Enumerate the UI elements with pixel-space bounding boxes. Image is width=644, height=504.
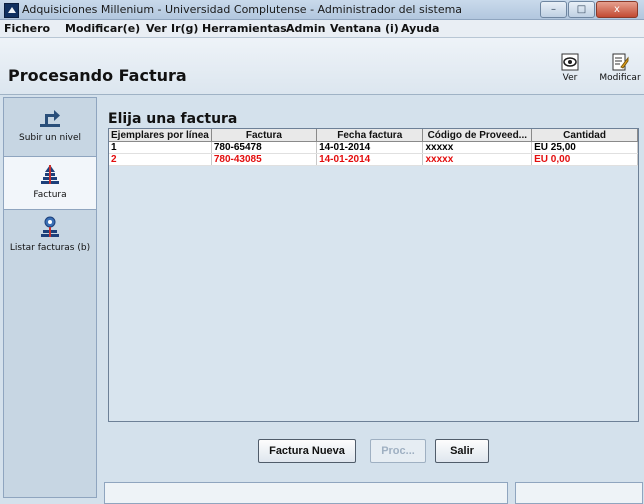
column-header-invoice[interactable]: Factura	[211, 129, 318, 142]
cell-items-per-line: 2	[109, 153, 212, 166]
menu-bar: Fichero Modificar(e) Ver Ir(g) Herramien…	[0, 20, 644, 38]
main-panel: Elija una factura Ejemplares por línea F…	[97, 97, 644, 504]
menu-fichero[interactable]: Fichero	[4, 22, 50, 35]
menu-ir[interactable]: Ir(g)	[171, 22, 198, 35]
table-header-row: Ejemplares por línea Factura Fecha factu…	[109, 129, 638, 142]
process-button[interactable]: Proc...	[370, 439, 426, 463]
cell-invoice: 780-65478	[211, 141, 318, 154]
sidebar-item-label: Subir un nivel	[18, 133, 82, 143]
table-row[interactable]: 1 780-65478 14-01-2014 xxxxx EU 25,00	[109, 141, 638, 154]
invoice-table-container: Ejemplares por línea Factura Fecha factu…	[108, 128, 639, 422]
cell-supplier-code: xxxxx	[422, 153, 533, 166]
up-level-icon	[38, 106, 62, 130]
sidebar-item-label: Listar facturas (b)	[9, 243, 91, 253]
list-invoices-icon	[38, 216, 62, 240]
minimize-button[interactable]: –	[540, 1, 567, 18]
window-title: Adquisiciones Millenium - Universidad Co…	[22, 3, 463, 16]
cell-amount: EU 0,00	[531, 153, 638, 166]
sidebar-item-invoice[interactable]: Factura	[4, 156, 96, 210]
cell-amount: EU 25,00	[531, 141, 638, 154]
cell-items-per-line: 1	[109, 141, 212, 154]
header-bar: Procesando Factura Ver Modificar	[0, 38, 644, 95]
invoice-icon	[38, 163, 62, 187]
column-header-amount[interactable]: Cantidad	[531, 129, 638, 142]
page-title: Procesando Factura	[8, 66, 187, 85]
cell-invoice-date: 14-01-2014	[316, 153, 424, 166]
cell-invoice-date: 14-01-2014	[316, 141, 424, 154]
sidebar-item-list-invoices[interactable]: Listar facturas (b)	[4, 216, 96, 268]
close-button[interactable]: x	[596, 1, 638, 18]
action-buttons: Factura Nueva Proc... Salir	[97, 439, 644, 463]
bottom-panel-right	[515, 482, 643, 504]
view-tool-button[interactable]: Ver	[548, 53, 592, 83]
app-icon	[4, 3, 19, 18]
menu-herramientas[interactable]: Herramientas	[202, 22, 287, 35]
edit-icon	[611, 53, 629, 71]
menu-ventana[interactable]: Ventana (i)	[330, 22, 399, 35]
menu-ayuda[interactable]: Ayuda	[401, 22, 439, 35]
edit-tool-button[interactable]: Modificar	[598, 53, 642, 83]
column-header-supplier-code[interactable]: Código de Proveed...	[422, 129, 533, 142]
invoice-table: Ejemplares por línea Factura Fecha factu…	[109, 129, 638, 166]
table-row[interactable]: 2 780-43085 14-01-2014 xxxxx EU 0,00	[109, 153, 638, 166]
menu-admin[interactable]: Admin	[286, 22, 325, 35]
section-title: Elija una factura	[108, 111, 238, 127]
view-icon	[561, 53, 579, 71]
menu-modificar[interactable]: Modificar(e)	[65, 22, 140, 35]
exit-button[interactable]: Salir	[435, 439, 489, 463]
sidebar-item-label: Factura	[33, 190, 67, 200]
title-bar: Adquisiciones Millenium - Universidad Co…	[0, 0, 644, 20]
bottom-panel-left	[104, 482, 508, 504]
edit-tool-label: Modificar	[599, 73, 641, 83]
cell-supplier-code: xxxxx	[422, 141, 533, 154]
column-header-invoice-date[interactable]: Fecha factura	[316, 129, 424, 142]
sidebar-item-up-level[interactable]: Subir un nivel	[4, 106, 96, 156]
column-header-items-per-line[interactable]: Ejemplares por línea	[109, 129, 212, 142]
maximize-button[interactable]: □	[568, 1, 595, 18]
sidebar: Subir un nivel Factura Listar facturas (…	[3, 97, 97, 498]
view-tool-label: Ver	[562, 73, 578, 83]
menu-ver[interactable]: Ver	[146, 22, 167, 35]
window-controls: – □ x	[539, 1, 638, 18]
cell-invoice: 780-43085	[211, 153, 318, 166]
new-invoice-button[interactable]: Factura Nueva	[258, 439, 356, 463]
